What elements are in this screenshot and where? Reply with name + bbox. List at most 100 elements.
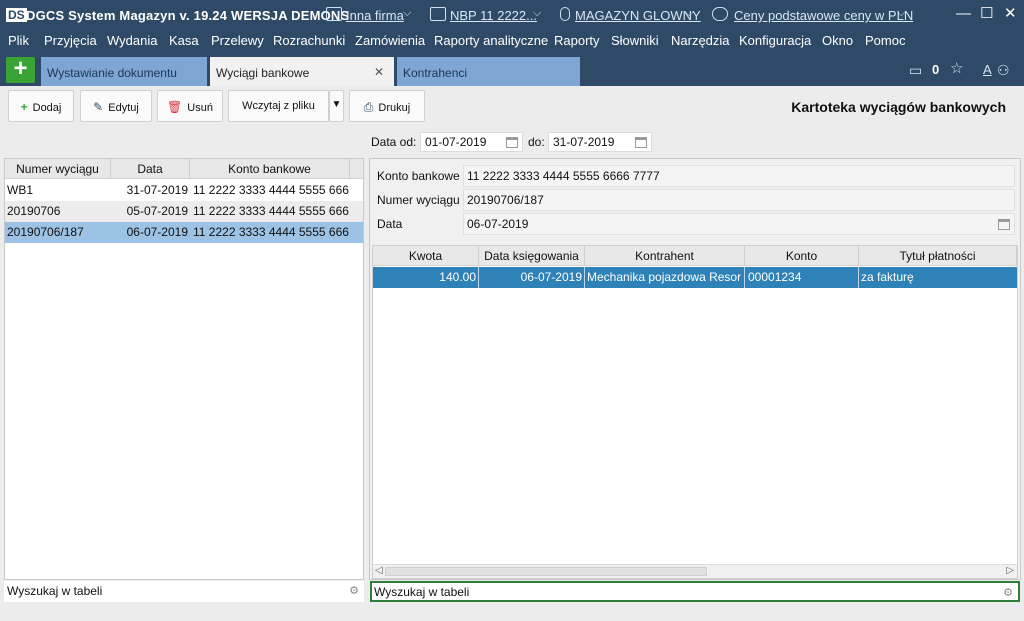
statement-details-panel: Konto bankowe 11 2222 3333 4444 5555 666… <box>369 158 1021 580</box>
new-tab-button[interactable]: + <box>6 57 35 83</box>
menu-raporty-analityczne[interactable]: Raporty analityczne <box>434 33 548 48</box>
menu-zamowienia[interactable]: Zamówienia <box>355 33 425 48</box>
date-to-field[interactable]: 31-07-2019 <box>548 132 652 152</box>
date-field[interactable]: 06-07-2019 <box>463 213 1015 235</box>
close-button[interactable]: ✕ <box>1004 6 1017 22</box>
column-header-contractor[interactable]: Kontrahent <box>585 246 745 266</box>
date-to-label: do: <box>528 135 545 149</box>
add-button[interactable]: + Dodaj <box>8 90 74 122</box>
gear-icon[interactable]: ⚙ <box>1003 586 1013 599</box>
cell-account: 00001234 <box>745 267 859 288</box>
warehouse-selector[interactable]: MAGAZYN GLOWNY <box>575 8 701 23</box>
number-field[interactable]: 20190706/187 <box>463 189 1015 211</box>
search-placeholder: Wyszukaj w tabeli <box>7 584 103 598</box>
column-header-posting-date[interactable]: Data księgowania <box>479 246 585 266</box>
menu-przelewy[interactable]: Przelewy <box>211 33 264 48</box>
menu-przyjecia[interactable]: Przyjęcia <box>44 33 97 48</box>
company-selector[interactable]: Inna firma <box>346 8 404 23</box>
column-header-account[interactable]: Konto bankowe <box>190 159 350 179</box>
print-button[interactable]: ⎙ Drukuj <box>349 90 425 122</box>
load-file-button[interactable]: Wczytaj z pliku <box>228 90 329 122</box>
menu-slowniki[interactable]: Słowniki <box>611 33 659 48</box>
chevron-down-icon[interactable]: ⌵ <box>403 7 411 20</box>
monitor-icon[interactable]: ▭ <box>909 62 922 79</box>
cell-date: 05-07-2019 <box>126 204 188 218</box>
cell-contractor: Mechanika pojazdowa Resor <box>585 267 745 288</box>
maximize-button[interactable]: ☐ <box>980 6 993 22</box>
menu-kasa[interactable]: Kasa <box>169 33 199 48</box>
column-header-amount[interactable]: Kwota <box>373 246 479 266</box>
bank-account-selector[interactable]: NBP 11 2222... <box>450 8 537 23</box>
page-title: Kartoteka wyciągów bankowych <box>791 99 1006 115</box>
cell-number: 20190706 <box>7 204 61 218</box>
table-row[interactable]: 20190706 05-07-2019 11 2222 3333 4444 55… <box>5 201 363 222</box>
delete-button[interactable]: 🗑 Usuń <box>157 90 223 122</box>
font-size-button[interactable]: A <box>983 62 992 77</box>
calendar-icon[interactable] <box>506 137 518 148</box>
menu-plik[interactable]: Plik <box>8 33 29 48</box>
column-header-payment-title[interactable]: Tytuł płatności <box>859 246 1017 266</box>
column-header-account[interactable]: Konto <box>745 246 859 266</box>
printer-icon: ⎙ <box>363 100 374 114</box>
close-tab-icon[interactable]: ✕ <box>374 65 384 79</box>
scroll-right-icon[interactable]: ▷ <box>1006 565 1014 576</box>
edit-label: Edytuj <box>108 102 139 114</box>
calendar-icon[interactable] <box>998 219 1010 230</box>
database-icon <box>560 7 570 21</box>
app-title: DGCS System Magazyn v. 19.24 WERSJA DEMO… <box>26 8 350 23</box>
date-from-value: 01-07-2019 <box>425 135 487 149</box>
menu-raporty[interactable]: Raporty <box>554 33 600 48</box>
date-label: Data <box>377 217 403 231</box>
menu-okno[interactable]: Okno <box>822 33 853 48</box>
chevron-down-icon[interactable]: ⌵ <box>897 7 905 20</box>
cell-amount: 140.00 <box>373 267 479 288</box>
menu-konfiguracja[interactable]: Konfiguracja <box>739 33 811 48</box>
column-header-date[interactable]: Data <box>111 159 190 179</box>
scroll-left-icon[interactable]: ◁ <box>375 565 383 576</box>
user-icon[interactable]: ⚇ <box>997 62 1010 79</box>
cell-account: 11 2222 3333 4444 5555 666 <box>193 183 349 197</box>
transactions-table[interactable]: Kwota Data księgowania Kontrahent Konto … <box>372 245 1018 579</box>
gear-icon[interactable]: ⚙ <box>349 584 359 597</box>
left-search-input[interactable]: Wyszukaj w tabeli ⚙ <box>4 581 364 602</box>
scrollbar-thumb[interactable] <box>385 567 707 576</box>
table-row-selected[interactable]: 20190706/187 06-07-2019 11 2222 3333 444… <box>5 222 363 243</box>
right-search-input[interactable]: Wyszukaj w tabeli ⚙ <box>370 581 1020 602</box>
account-label: Konto bankowe <box>377 169 460 183</box>
menu-pomoc[interactable]: Pomoc <box>865 33 905 48</box>
menu-rozrachunki[interactable]: Rozrachunki <box>273 33 345 48</box>
cell-number: WB1 <box>7 183 34 197</box>
tab-kontrahenci[interactable]: Kontrahenci <box>397 57 580 86</box>
table-row[interactable]: WB1 31-07-2019 11 2222 3333 4444 5555 66… <box>5 180 363 201</box>
column-header-number[interactable]: Numer wyciągu <box>5 159 111 179</box>
cell-account: 11 2222 3333 4444 5555 666 <box>193 204 349 218</box>
add-label: Dodaj <box>32 102 62 114</box>
coins-icon <box>712 7 728 21</box>
minimize-button[interactable]: — <box>956 6 971 22</box>
statements-table[interactable]: Numer wyciągu Data Konto bankowe WB1 31-… <box>4 158 364 580</box>
tab-wystawianie-dokumentu[interactable]: Wystawianie dokumentu <box>41 57 207 86</box>
menu-bar: Plik Przyjęcia Wydania Kasa Przelewy Roz… <box>0 30 1024 54</box>
date-from-field[interactable]: 01-07-2019 <box>420 132 523 152</box>
table-row-selected[interactable]: 140.00 06-07-2019 Mechanika pojazdowa Re… <box>373 267 1017 288</box>
load-dropdown-button[interactable]: ▼ <box>329 90 344 122</box>
horizontal-scrollbar[interactable]: ◁ ▷ <box>373 564 1017 578</box>
menu-wydania[interactable]: Wydania <box>107 33 157 48</box>
chevron-down-icon[interactable]: ⌵ <box>533 7 541 20</box>
chevron-down-icon[interactable]: ⌵ <box>685 7 693 20</box>
account-field[interactable]: 11 2222 3333 4444 5555 6666 7777 <box>463 165 1015 187</box>
star-icon[interactable]: ☆ <box>950 59 963 77</box>
calendar-icon[interactable] <box>635 137 647 148</box>
edit-button[interactable]: ✎ Edytuj <box>80 90 152 122</box>
delete-label: Usuń <box>187 102 213 114</box>
bank-card-icon <box>430 7 446 21</box>
cell-account: 11 2222 3333 4444 5555 666 <box>193 225 349 239</box>
price-list-selector[interactable]: Ceny podstawowe ceny w PLN <box>734 8 913 23</box>
app-logo: DS <box>6 8 27 22</box>
trash-icon: 🗑 <box>167 100 183 114</box>
cell-payment-title: za fakturę <box>861 270 914 284</box>
counter-badge: 0 <box>932 62 940 77</box>
cell-date: 31-07-2019 <box>126 183 188 197</box>
menu-narzedzia[interactable]: Narzędzia <box>671 33 730 48</box>
tab-wyciagi-bankowe[interactable]: Wyciągi bankowe ✕ <box>210 57 394 86</box>
